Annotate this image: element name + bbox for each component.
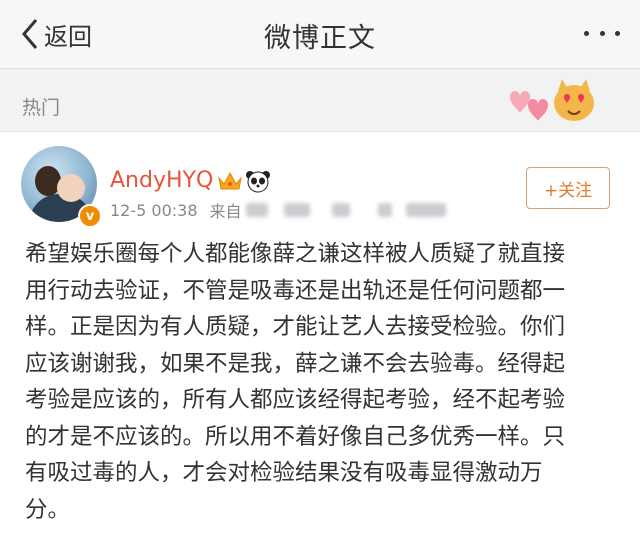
post-text-line: 分。 xyxy=(25,496,71,523)
post-text-line: 用行动去验证，不管是吸毒还是出轨还是任何问题都一 xyxy=(25,277,566,304)
author-name[interactable]: AndyHYQ xyxy=(110,168,213,193)
redacted-source xyxy=(405,203,446,217)
crown-icon xyxy=(218,171,243,189)
post-meta: 12-5 00:38 来自 xyxy=(110,198,446,222)
verified-badge-icon: v xyxy=(78,204,102,228)
cat-hearts-sticker-icon xyxy=(510,79,594,121)
follow-button[interactable]: +关注 xyxy=(526,167,610,209)
post-text-line: 样。正是因为有人质疑，才能让艺人去接受检验。你们 xyxy=(25,314,566,340)
post-source-prefix: 来自 xyxy=(209,202,242,221)
page-title: 微博正文 xyxy=(264,23,376,54)
author-name-row: AndyHYQ xyxy=(110,168,271,193)
post-text-line: 应该谢谢我，如果不是我，薛之谦不会去验毒。经得起 xyxy=(25,350,566,377)
hot-tag-label: 热门 xyxy=(22,97,61,119)
redacted-source xyxy=(331,203,350,217)
panda-icon xyxy=(246,170,271,192)
post-text-line: 的才是不应该的。所以用不着好像自己多优秀一样。只 xyxy=(25,423,566,450)
redacted-source xyxy=(245,203,268,217)
post-body: 希望娱乐圈每个人都能像薛之谦这样被人质疑了就直接 用行动去验证，不管是吸毒还是出… xyxy=(25,236,625,528)
redacted-source xyxy=(377,203,392,217)
hot-tag-bar: 热门 xyxy=(0,69,640,132)
weibo-post: v AndyHYQ 12-5 00:38 来自 +关注 希望娱乐圈每个人都能像薛… xyxy=(0,132,640,549)
redacted-source xyxy=(283,203,310,217)
post-text-line: 考验是应该的，所有人都应该经得起考验，经不起考验 xyxy=(25,387,566,413)
top-nav-bar: 返回 微博正文 xyxy=(0,0,640,69)
post-timestamp: 12-5 00:38 xyxy=(110,200,198,220)
post-text-line: 有吸过毒的人，才会对检验结果没有吸毒显得激动万 xyxy=(25,460,543,486)
post-text-line: 希望娱乐圈每个人都能像薛之谦这样被人质疑了就直接 xyxy=(25,241,566,267)
more-dots-icon[interactable] xyxy=(584,22,620,44)
